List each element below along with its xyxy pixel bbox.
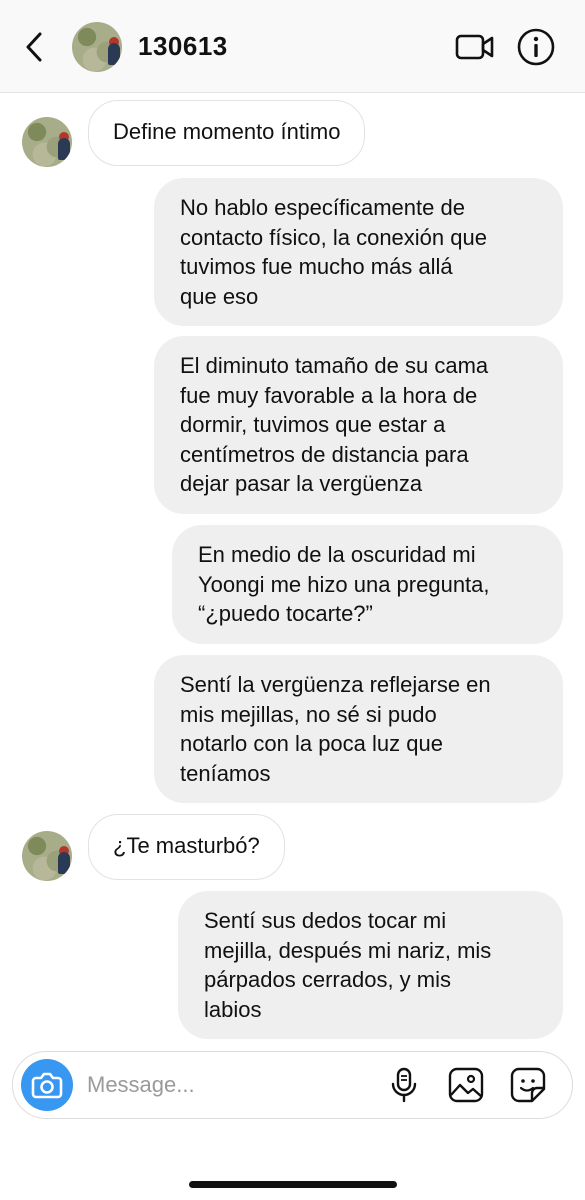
- message-line: “¿puedo tocarte?”: [198, 601, 373, 626]
- message-composer: [12, 1051, 573, 1119]
- message-line: párpados cerrados, y mis: [204, 967, 451, 992]
- message-line: centímetros de distancia para: [180, 441, 469, 467]
- incoming-message[interactable]: Define momento íntimo: [88, 100, 366, 166]
- message-line: dormir, tuvimos que estar a: [180, 412, 446, 437]
- outgoing-message[interactable]: No hablo específicamente de contacto fís…: [154, 178, 563, 326]
- message-line: El diminuto tamaño de su cama: [180, 353, 489, 378]
- microphone-icon[interactable]: [385, 1066, 423, 1104]
- message-line: mis mejillas, no sé si pudo: [180, 701, 437, 727]
- home-indicator[interactable]: [189, 1181, 397, 1188]
- sender-avatar[interactable]: [22, 117, 72, 167]
- outgoing-message[interactable]: En medio de la oscuridad mi Yoongi me hi…: [172, 525, 563, 644]
- message-line: fue muy favorable a la hora de: [180, 382, 478, 408]
- message-line: que eso: [180, 283, 259, 309]
- outgoing-message[interactable]: Sentí sus dedos tocar mi mejilla, despué…: [178, 891, 563, 1039]
- image-icon[interactable]: [447, 1066, 485, 1104]
- message-line: Sentí sus dedos tocar mi: [204, 908, 447, 933]
- chat-header: 130613: [0, 0, 585, 93]
- message-input[interactable]: [85, 1064, 359, 1106]
- sender-avatar[interactable]: [22, 831, 72, 881]
- incoming-message[interactable]: ¿Te masturbó?: [88, 814, 285, 880]
- message-line: No hablo específicamente de: [180, 195, 465, 220]
- info-icon[interactable]: [516, 27, 556, 67]
- message-line: Yoongi me hizo una pregunta,: [198, 571, 490, 597]
- message-line: Sentí la vergüenza reflejarse en: [180, 672, 491, 697]
- message-line: tuvimos fue mucho más allá: [180, 254, 453, 279]
- chevron-left-icon[interactable]: [22, 30, 50, 64]
- message-line: contacto físico, la conexión que: [180, 224, 487, 250]
- video-camera-icon[interactable]: [455, 32, 495, 62]
- camera-icon: [31, 1072, 63, 1099]
- contact-username[interactable]: 130613: [138, 31, 228, 62]
- message-line: dejar pasar la vergüenza: [180, 471, 423, 496]
- message-line: notarlo con la poca luz que: [180, 731, 443, 756]
- message-line: labios: [204, 996, 262, 1022]
- sticker-icon[interactable]: [509, 1066, 547, 1104]
- message-line: En medio de la oscuridad mi: [198, 542, 476, 567]
- message-line: mejilla, después mi nariz, mis: [204, 937, 492, 963]
- camera-button[interactable]: [21, 1059, 73, 1111]
- message-line: teníamos: [180, 760, 271, 786]
- outgoing-message[interactable]: El diminuto tamaño de su cama fue muy fa…: [154, 336, 563, 514]
- outgoing-message[interactable]: Sentí la vergüenza reflejarse en mis mej…: [154, 655, 563, 803]
- contact-avatar[interactable]: [72, 22, 122, 72]
